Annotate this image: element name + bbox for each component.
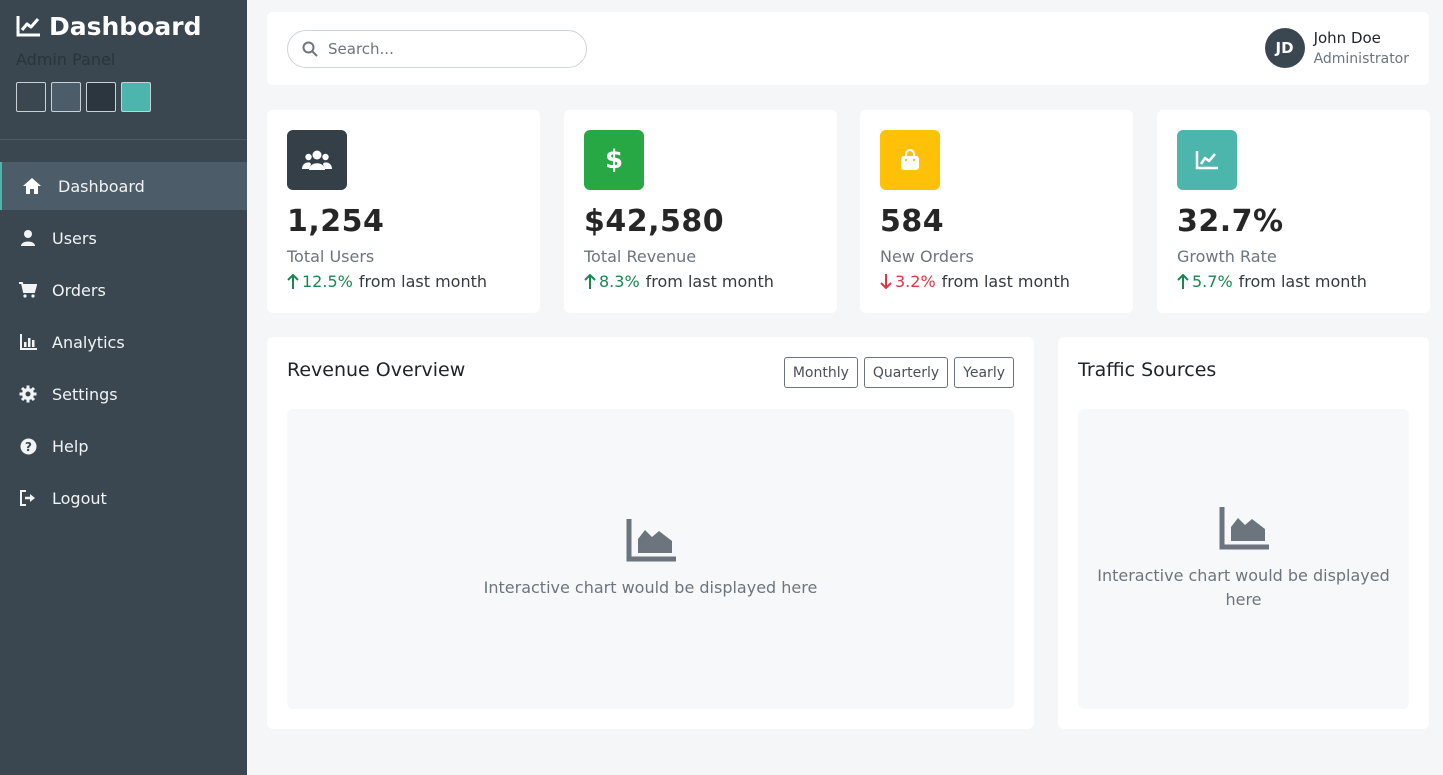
sidebar-item-label: Orders — [52, 280, 106, 300]
avatar[interactable]: JD — [1264, 28, 1305, 68]
svg-text:?: ? — [25, 440, 32, 454]
search-box[interactable] — [287, 30, 587, 68]
arrow-up-icon — [287, 274, 299, 289]
sidebar-item-label: Analytics — [52, 332, 125, 352]
theme-swatch-3[interactable] — [86, 82, 116, 112]
question-icon: ? — [18, 436, 38, 456]
line-chart-icon — [1177, 130, 1237, 190]
stat-change-suffix: from last month — [1238, 272, 1367, 291]
shopping-bag-icon — [880, 130, 940, 190]
user-name: John Doe — [1313, 29, 1381, 47]
sidebar-item-label: Help — [52, 436, 89, 456]
stat-label: Total Users — [287, 247, 375, 266]
stat-value: 1,254 — [287, 204, 385, 239]
user-menu[interactable]: JD John Doe Administrator — [1264, 28, 1409, 68]
stat-card-growth: 32.7% Growth Rate 5.7% from last month — [1157, 110, 1430, 313]
stat-change-percent: 5.7% — [1192, 272, 1233, 291]
user-icon — [18, 228, 38, 248]
brand-subtitle: Admin Panel — [16, 50, 116, 69]
arrow-down-icon — [880, 274, 892, 289]
brand-title-text: Dashboard — [49, 11, 202, 41]
dollar-icon: $ — [584, 130, 644, 190]
home-icon — [22, 176, 42, 196]
stat-value: 584 — [880, 204, 945, 239]
sidebar-item-label: Logout — [52, 488, 107, 508]
revenue-overview-panel: Revenue Overview Monthly Quarterly Yearl… — [267, 337, 1034, 729]
stat-change: 5.7% from last month — [1177, 272, 1410, 291]
sidebar-item-help[interactable]: ? Help — [0, 422, 247, 470]
bar-chart-icon — [18, 332, 38, 352]
arrow-up-icon — [584, 274, 596, 289]
panel-title: Traffic Sources — [1078, 359, 1217, 381]
sidebar-item-label: Dashboard — [58, 176, 145, 196]
sidebar-item-label: Users — [52, 228, 97, 248]
stat-change-suffix: from last month — [645, 272, 774, 291]
search-icon — [302, 41, 318, 57]
sidebar-item-logout[interactable]: Logout — [0, 474, 247, 522]
sidebar-item-label: Settings — [52, 384, 118, 404]
stat-change: 3.2% from last month — [880, 272, 1113, 291]
sidebar: Dashboard Admin Panel Dashboard Users Or… — [0, 0, 247, 775]
logout-icon — [18, 488, 38, 508]
search-input[interactable] — [328, 40, 568, 58]
chart-placeholder-text: Interactive chart would be displayed her… — [483, 577, 818, 597]
sidebar-item-dashboard[interactable]: Dashboard — [0, 162, 247, 210]
stat-change: 8.3% from last month — [584, 272, 817, 291]
stat-card-users: 1,254 Total Users 12.5% from last month — [267, 110, 540, 313]
stat-change-percent: 12.5% — [302, 272, 353, 291]
quarterly-button[interactable]: Quarterly — [863, 357, 949, 388]
theme-swatch-2[interactable] — [51, 82, 81, 112]
period-button-group: Monthly Quarterly Yearly — [778, 357, 1014, 388]
chart-placeholder: Interactive chart would be displayed her… — [1078, 409, 1409, 709]
sidebar-item-users[interactable]: Users — [0, 214, 247, 262]
stat-change: 12.5% from last month — [287, 272, 520, 291]
sidebar-item-orders[interactable]: Orders — [0, 266, 247, 314]
area-chart-icon — [1219, 506, 1269, 549]
sidebar-nav: Dashboard Users Orders Analytics Setting… — [0, 162, 247, 522]
brand: Dashboard Admin Panel — [0, 0, 247, 140]
chart-placeholder-text: Interactive chart would be displayed her… — [1097, 565, 1390, 609]
stat-label: Growth Rate — [1177, 247, 1277, 266]
theme-swatch-4[interactable] — [121, 82, 151, 112]
monthly-button[interactable]: Monthly — [783, 357, 858, 388]
top-bar: JD John Doe Administrator — [267, 12, 1429, 85]
theme-swatch-1[interactable] — [16, 82, 46, 112]
theme-swatches — [16, 82, 231, 112]
stat-change-suffix: from last month — [941, 272, 1070, 291]
line-chart-icon — [16, 16, 40, 37]
traffic-sources-panel: Traffic Sources Interactive chart would … — [1058, 337, 1429, 729]
stat-card-orders: 584 New Orders 3.2% from last month — [860, 110, 1133, 313]
user-role: Administrator — [1313, 51, 1409, 67]
stat-change-percent: 8.3% — [599, 272, 640, 291]
yearly-button[interactable]: Yearly — [954, 357, 1014, 388]
chart-placeholder: Interactive chart would be displayed her… — [287, 409, 1014, 709]
stat-value: $42,580 — [584, 204, 725, 239]
arrow-up-icon — [1177, 274, 1189, 289]
cart-icon — [18, 280, 38, 300]
sidebar-item-analytics[interactable]: Analytics — [0, 318, 247, 366]
stat-change-suffix: from last month — [358, 272, 488, 291]
stat-label: Total Revenue — [584, 247, 697, 266]
stat-value: 32.7% — [1177, 204, 1284, 239]
gear-icon — [18, 384, 38, 404]
stat-card-revenue: $ $42,580 Total Revenue 8.3% from last m… — [564, 110, 837, 313]
brand-title[interactable]: Dashboard — [16, 11, 231, 41]
stat-label: New Orders — [880, 247, 974, 266]
users-icon — [287, 130, 347, 190]
area-chart-icon — [626, 518, 676, 561]
sidebar-item-settings[interactable]: Settings — [0, 370, 247, 418]
stat-change-percent: 3.2% — [895, 272, 936, 291]
